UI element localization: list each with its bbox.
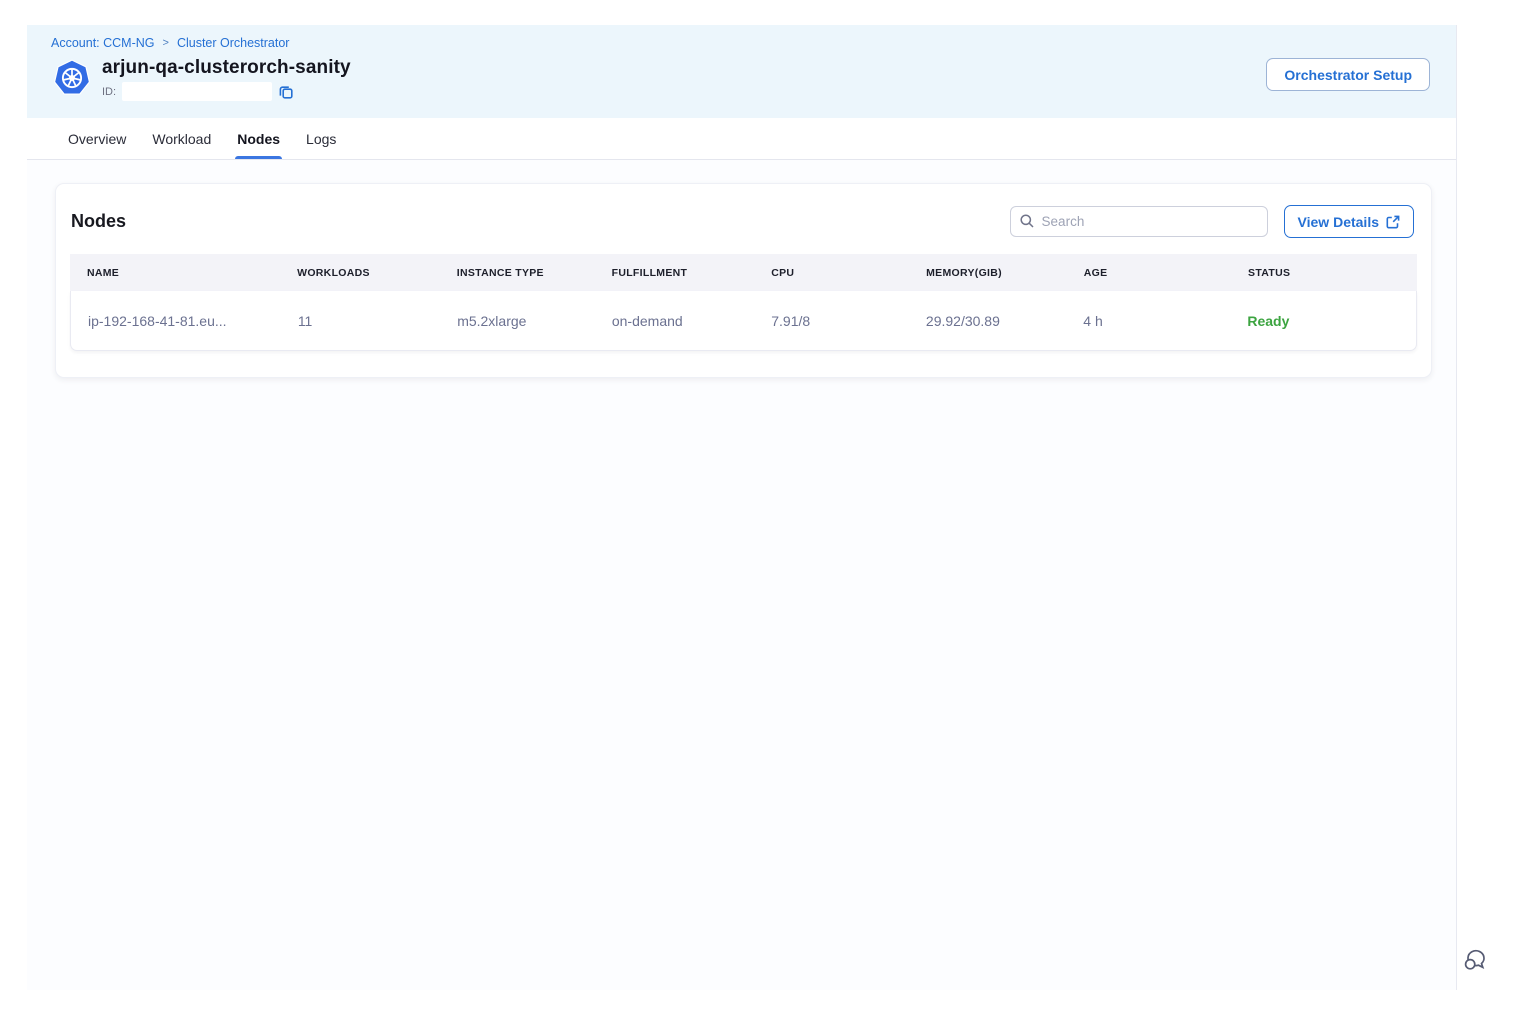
view-details-label: View Details	[1298, 214, 1379, 230]
cell-fulfillment: on-demand	[595, 313, 754, 329]
orchestrator-setup-button[interactable]: Orchestrator Setup	[1266, 58, 1430, 91]
tab-overview[interactable]: Overview	[68, 118, 126, 159]
breadcrumb-section-link[interactable]: Cluster Orchestrator	[177, 36, 290, 50]
copy-icon[interactable]	[278, 83, 295, 100]
cluster-id-value	[122, 82, 272, 101]
chat-bubbles-icon[interactable]	[1461, 945, 1489, 973]
column-header-status: STATUS	[1231, 267, 1417, 279]
column-header-fulfillment: FULFILLMENT	[595, 267, 755, 279]
column-header-name: NAME	[70, 267, 280, 279]
column-header-instance-type: INSTANCE TYPE	[440, 267, 595, 279]
search-input[interactable]	[1010, 206, 1268, 237]
kubernetes-icon	[53, 59, 91, 97]
external-link-icon	[1386, 215, 1400, 229]
search-icon	[1019, 213, 1035, 234]
nodes-card-title: Nodes	[71, 211, 126, 232]
cluster-header: Account: CCM-NG > Cluster Orchestrator	[27, 25, 1456, 118]
tab-workload[interactable]: Workload	[152, 118, 211, 159]
breadcrumb-separator: >	[163, 37, 169, 49]
column-header-memory: MEMORY(GIB)	[909, 267, 1067, 279]
column-header-age: AGE	[1067, 267, 1231, 279]
cluster-id-label: ID:	[102, 86, 116, 98]
cell-age: 4 h	[1066, 313, 1230, 329]
tab-nodes[interactable]: Nodes	[237, 118, 280, 159]
view-details-button[interactable]: View Details	[1284, 205, 1414, 238]
cell-cpu: 7.91/8	[754, 313, 909, 329]
cell-instance-type: m5.2xlarge	[440, 313, 595, 329]
breadcrumb: Account: CCM-NG > Cluster Orchestrator	[51, 36, 1432, 50]
content-area: Nodes View Details	[27, 160, 1456, 990]
nodes-card: Nodes View Details	[55, 183, 1432, 378]
breadcrumb-account-link[interactable]: Account: CCM-NG	[51, 36, 155, 50]
cell-memory: 29.92/30.89	[909, 313, 1066, 329]
search-box	[1010, 206, 1268, 237]
tab-logs[interactable]: Logs	[306, 118, 336, 159]
column-header-cpu: CPU	[754, 267, 909, 279]
column-header-workloads: WORKLOADS	[280, 267, 440, 279]
cell-workloads: 11	[281, 313, 440, 329]
app-window: Account: CCM-NG > Cluster Orchestrator	[27, 25, 1457, 990]
cluster-tabbar: Overview Workload Nodes Logs	[27, 118, 1456, 160]
page-title: arjun-qa-clusterorch-sanity	[102, 57, 351, 79]
nodes-table: NAME WORKLOADS INSTANCE TYPE FULFILLMENT…	[70, 254, 1417, 351]
table-header-row: NAME WORKLOADS INSTANCE TYPE FULFILLMENT…	[70, 254, 1417, 291]
cell-node-name: ip-192-168-41-81.eu...	[71, 313, 281, 329]
status-badge: Ready	[1230, 313, 1416, 329]
table-row[interactable]: ip-192-168-41-81.eu... 11 m5.2xlarge on-…	[70, 291, 1417, 351]
